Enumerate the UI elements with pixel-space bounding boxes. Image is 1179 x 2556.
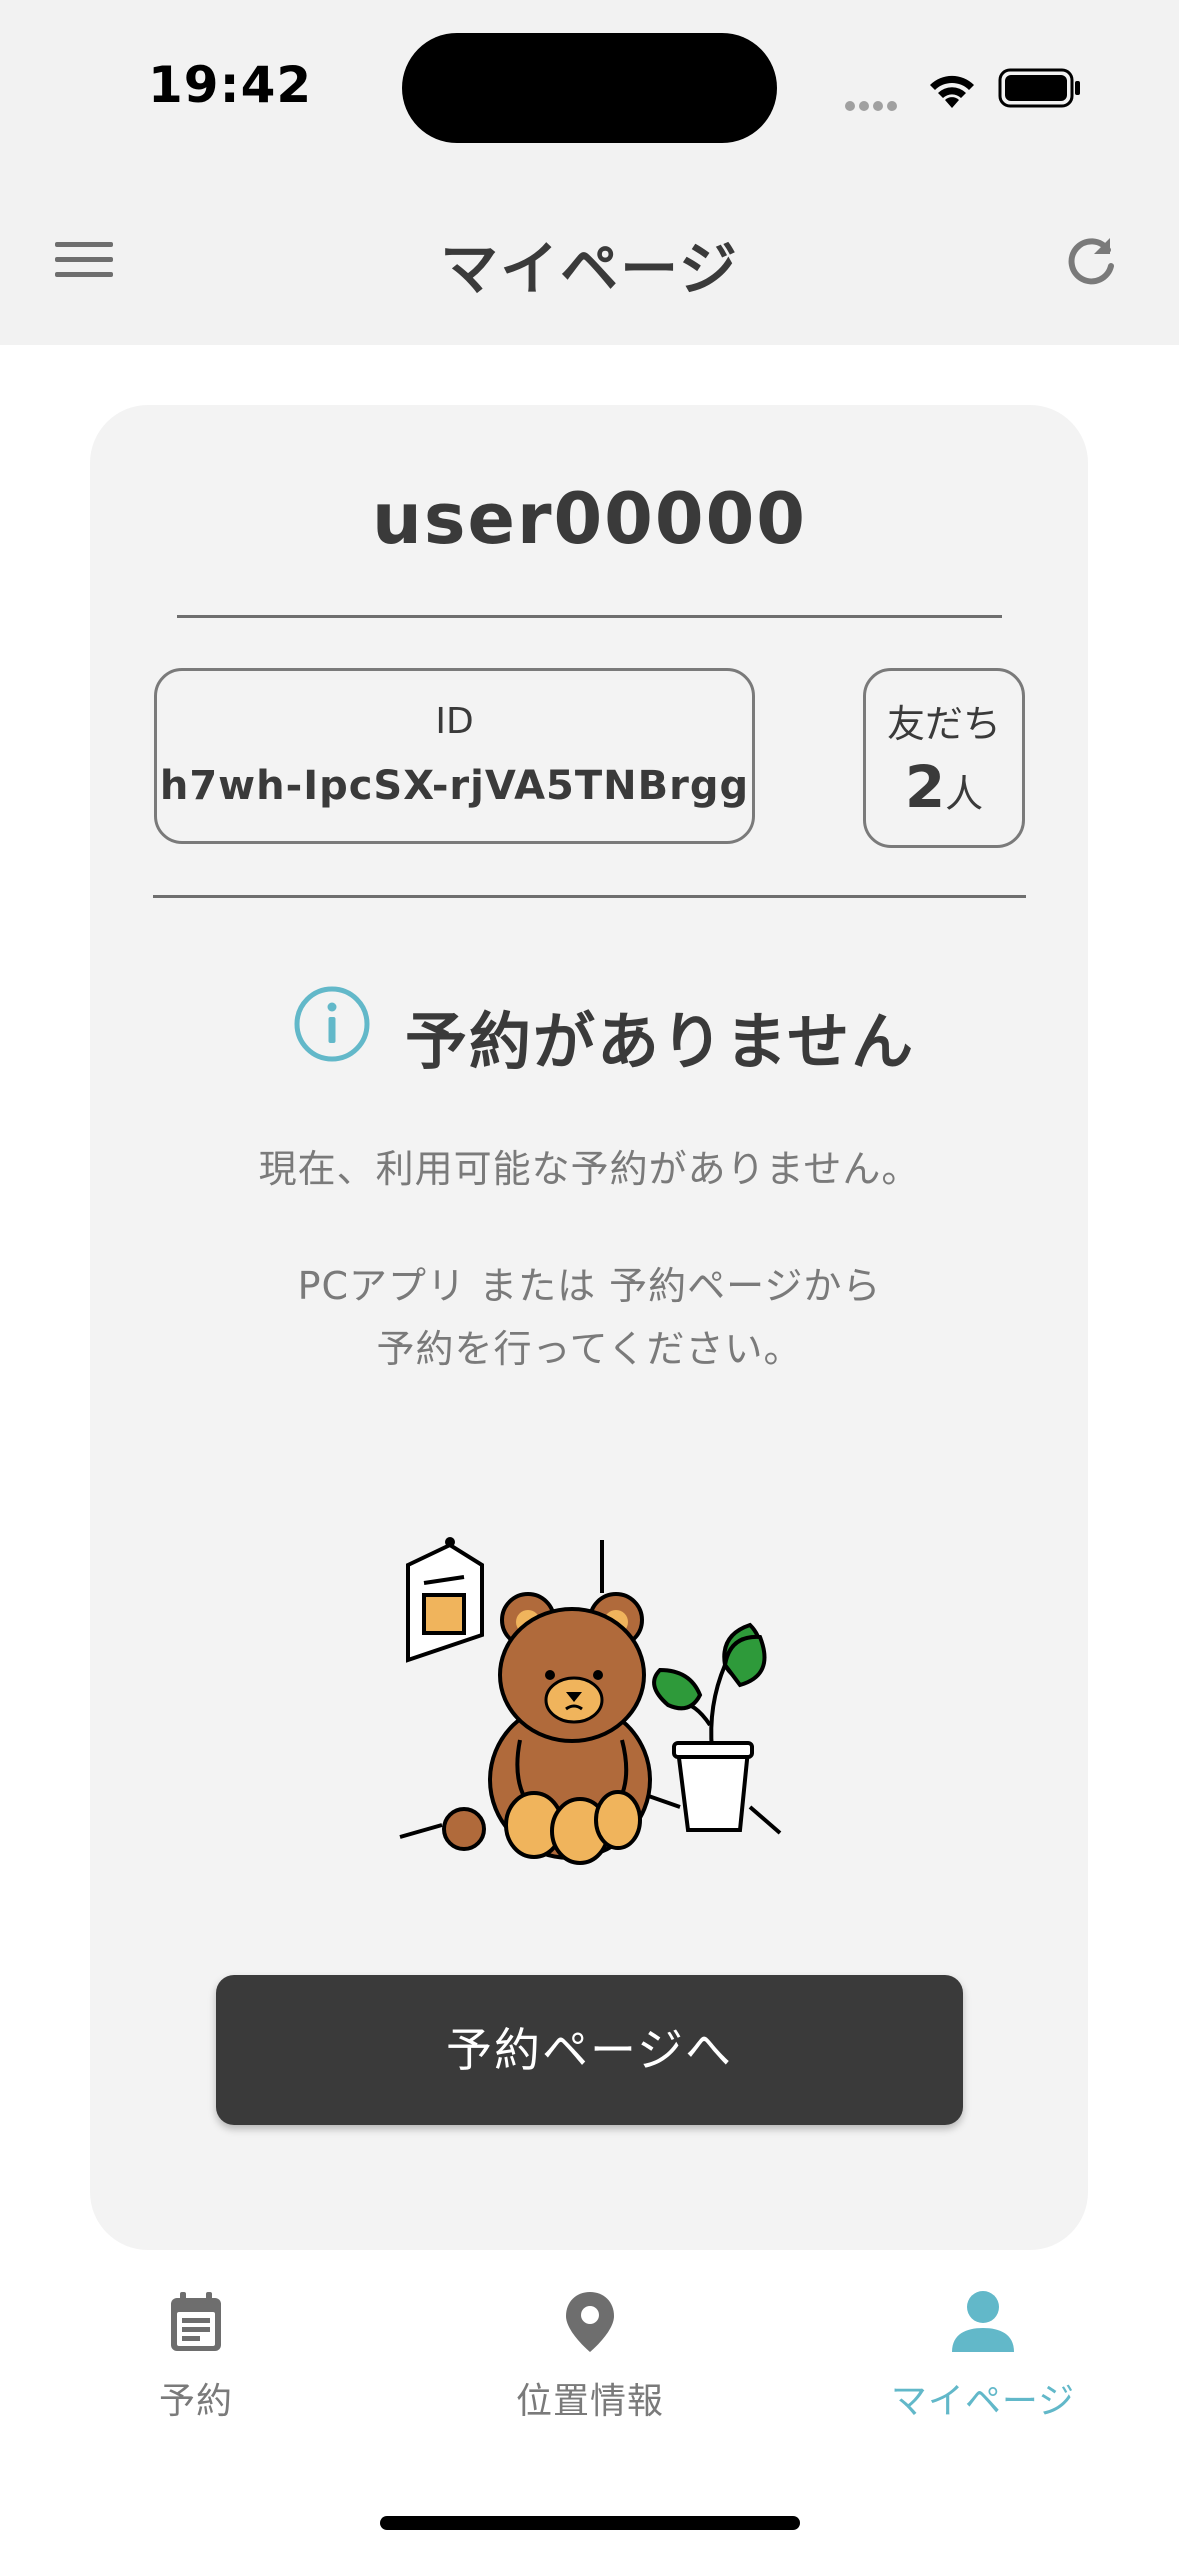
tab-reservations-label: 予約 [158,2381,233,2422]
refresh-button[interactable] [1064,232,1120,292]
friends-label: 友だち [886,702,1001,746]
person-icon [952,2291,1014,2352]
cellular-signal-icon [845,96,901,115]
user-id-value: h7wh-IpcSX-rjVA5TNBrgg [159,763,750,809]
bear-illustration [390,1525,790,1874]
calendar-icon [171,2292,221,2351]
dynamic-island [402,33,777,143]
username: user00000 [371,478,808,560]
page-title: マイページ [440,235,739,303]
friends-count-number: 2 [904,753,946,821]
wifi-icon [924,68,980,114]
status-bar-time: 19:42 [148,56,313,114]
info-icon [294,986,370,1062]
empty-state-heading: 予約がありません [0,985,1179,1078]
user-id-box: ID h7wh-IpcSX-rjVA5TNBrgg [154,668,755,844]
friends-count-unit: 人 [945,772,984,816]
tab-mypage[interactable]: マイページ [833,2290,1133,2424]
friends-button[interactable]: 友だち 2人 [863,668,1025,848]
location-pin-icon [566,2292,614,2352]
empty-state-hint-line2: 予約を行ってください。 [376,1327,803,1371]
battery-icon [998,68,1082,112]
tab-mypage-label: マイページ [890,2381,1076,2422]
empty-state-hint-line1: PCアプリ または 予約ページから [297,1264,882,1308]
friends-count: 2人 [866,753,1022,821]
home-indicator[interactable] [380,2516,800,2530]
user-id-label: ID [435,701,474,742]
tab-location-label: 位置情報 [515,2381,664,2422]
divider [153,895,1026,898]
empty-state-message: 現在、利用可能な予約がありません。 [258,1147,921,1191]
divider [177,615,1002,618]
reservation-page-button[interactable]: 予約ページへ [216,1975,963,2125]
empty-state-title: 予約がありません [405,1005,916,1078]
tab-reservations[interactable]: 予約 [46,2290,346,2424]
refresh-icon [1068,238,1114,285]
tab-location[interactable]: 位置情報 [440,2290,740,2424]
